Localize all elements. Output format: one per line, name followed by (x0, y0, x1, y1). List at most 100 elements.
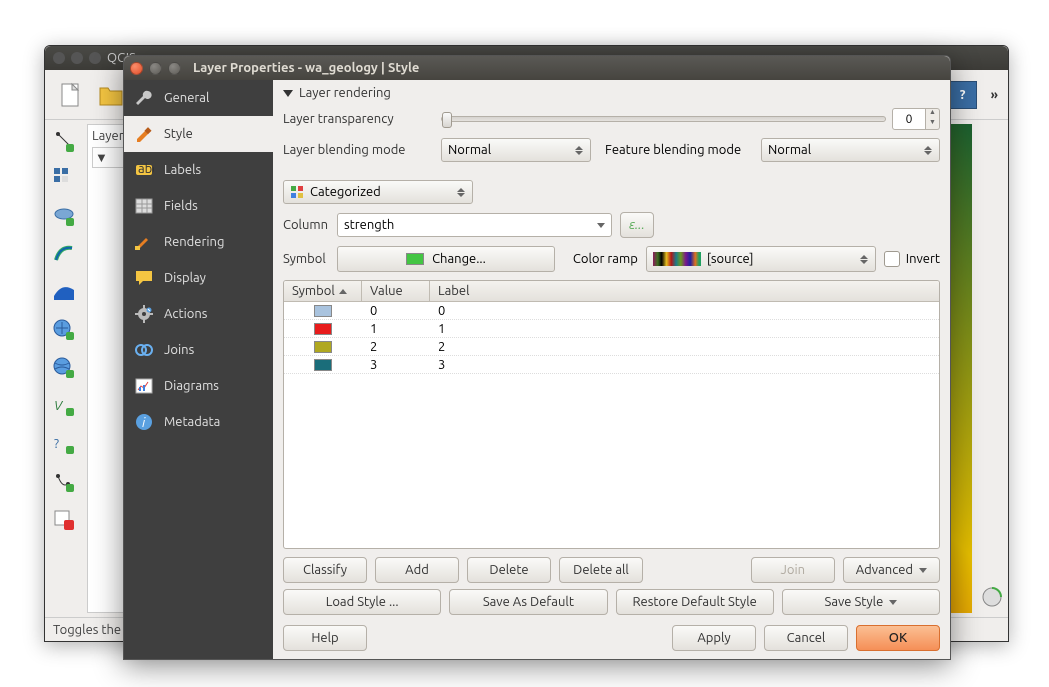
ramp-preview-icon (653, 252, 701, 266)
tool-5-icon[interactable] (52, 280, 80, 308)
sidebar-item-actions[interactable]: Actions (124, 296, 273, 332)
spin-down-icon[interactable]: ▼ (926, 119, 939, 129)
maximize-icon[interactable] (168, 62, 181, 75)
row-value: 3 (362, 358, 430, 372)
dialog-title: Layer Properties - wa_geology | Style (193, 61, 419, 75)
slider-thumb-icon[interactable] (442, 112, 452, 128)
cancel-button[interactable]: Cancel (764, 625, 848, 651)
dialog-titlebar[interactable]: Layer Properties - wa_geology | Style (124, 56, 950, 80)
feature-blend-combo[interactable]: Normal (761, 138, 940, 162)
tool-10-icon[interactable] (52, 470, 80, 498)
invert-label: Invert (906, 252, 940, 266)
transparency-spinbox[interactable]: ▲▼ (892, 108, 940, 130)
column-label: Column (283, 218, 329, 232)
paintbrush-icon (134, 232, 154, 252)
minimize-icon[interactable] (149, 62, 162, 75)
help-button[interactable]: Help (283, 625, 367, 651)
transparency-input[interactable] (892, 108, 926, 130)
sidebar-item-rendering[interactable]: Rendering (124, 224, 273, 260)
color-ramp-combo[interactable]: [source] (646, 246, 876, 272)
tool-7-icon[interactable] (52, 356, 80, 384)
color-swatch-icon (314, 323, 332, 335)
tool-9-icon[interactable]: ? (52, 432, 80, 460)
save-style-button[interactable]: Save Style (782, 589, 940, 615)
row-value: 2 (362, 340, 430, 354)
save-default-button[interactable]: Save As Default (449, 589, 607, 615)
delete-button[interactable]: Delete (467, 557, 551, 583)
info-icon: i (134, 412, 154, 432)
add-button[interactable]: Add (375, 557, 459, 583)
header-label[interactable]: Label (430, 281, 939, 301)
feature-blend-value: Normal (768, 143, 811, 157)
header-symbol[interactable]: Symbol (284, 281, 362, 301)
sidebar-item-diagrams[interactable]: Diagrams (124, 368, 273, 404)
sidebar-item-label: Actions (164, 307, 207, 321)
sidebar-item-label: Display (164, 271, 206, 285)
main-min-icon[interactable] (71, 52, 83, 64)
ok-button[interactable]: OK (856, 625, 940, 651)
sidebar-item-metadata[interactable]: i Metadata (124, 404, 273, 440)
new-file-icon[interactable] (55, 79, 87, 111)
sidebar-item-style[interactable]: Style (124, 116, 273, 152)
row-label: 1 (430, 322, 939, 336)
dropdown-icon (857, 255, 871, 264)
tool-8-icon[interactable]: V (52, 394, 80, 422)
layer-rendering-section[interactable]: Layer rendering (283, 86, 940, 100)
renderer-type-value: Categorized (310, 185, 381, 199)
sidebar-item-label: General (164, 91, 209, 105)
chevron-right-icon[interactable]: » (991, 88, 998, 102)
delete-all-button[interactable]: Delete all (559, 557, 643, 583)
color-swatch-icon (314, 359, 332, 371)
sidebar-item-labels[interactable]: abc Labels (124, 152, 273, 188)
categorized-icon (290, 185, 304, 199)
tool-3-icon[interactable] (52, 204, 80, 232)
feature-blend-label: Feature blending mode (605, 143, 753, 157)
tool-2-icon[interactable] (52, 166, 80, 194)
invert-checkbox-wrap[interactable]: Invert (884, 251, 940, 267)
sidebar-item-joins[interactable]: Joins (124, 332, 273, 368)
table-icon (134, 196, 154, 216)
advanced-button[interactable]: Advanced (843, 557, 940, 583)
properties-sidebar: General Style abc Labels Fields Renderin… (124, 80, 273, 659)
invert-checkbox[interactable] (884, 251, 900, 267)
load-style-button[interactable]: Load Style ... (283, 589, 441, 615)
apply-button[interactable]: Apply (672, 625, 756, 651)
main-max-icon[interactable] (89, 52, 101, 64)
classify-button[interactable]: Classify (283, 557, 367, 583)
tool-4-icon[interactable] (52, 242, 80, 270)
join-icon (134, 340, 154, 360)
table-row[interactable]: 00 (284, 302, 939, 320)
column-combo[interactable]: strength (337, 213, 612, 237)
table-row[interactable]: 22 (284, 338, 939, 356)
sort-asc-icon (339, 289, 347, 294)
renderer-type-combo[interactable]: Categorized (283, 180, 473, 204)
label-icon: abc (134, 160, 154, 180)
close-icon[interactable] (130, 62, 143, 75)
header-value[interactable]: Value (362, 281, 430, 301)
expression-button[interactable]: ε... (620, 212, 654, 238)
change-symbol-button[interactable]: Change... (337, 246, 555, 272)
gear-icon (134, 304, 154, 324)
join-button[interactable]: Join (751, 557, 835, 583)
table-row[interactable]: 11 (284, 320, 939, 338)
table-row[interactable]: 33 (284, 356, 939, 374)
tool-1-icon[interactable] (52, 128, 80, 156)
restore-default-button[interactable]: Restore Default Style (616, 589, 774, 615)
collapse-icon (283, 90, 293, 97)
sidebar-item-label: Rendering (164, 235, 224, 249)
svg-text:V: V (54, 399, 64, 413)
tool-6-icon[interactable] (52, 318, 80, 346)
categories-table[interactable]: Symbol Value Label 00112233 (283, 280, 940, 549)
sidebar-item-general[interactable]: General (124, 80, 273, 116)
transparency-slider[interactable] (441, 116, 886, 122)
sidebar-item-label: Metadata (164, 415, 220, 429)
sidebar-item-display[interactable]: Display (124, 260, 273, 296)
main-close-icon[interactable] (53, 52, 65, 64)
layer-blend-value: Normal (448, 143, 491, 157)
sidebar-item-fields[interactable]: Fields (124, 188, 273, 224)
row-label: 3 (430, 358, 939, 372)
globe-refresh-icon[interactable] (980, 585, 1004, 609)
tool-11-icon[interactable] (52, 508, 80, 536)
layer-blend-combo[interactable]: Normal (441, 138, 591, 162)
help-icon[interactable]: ? (949, 81, 977, 109)
